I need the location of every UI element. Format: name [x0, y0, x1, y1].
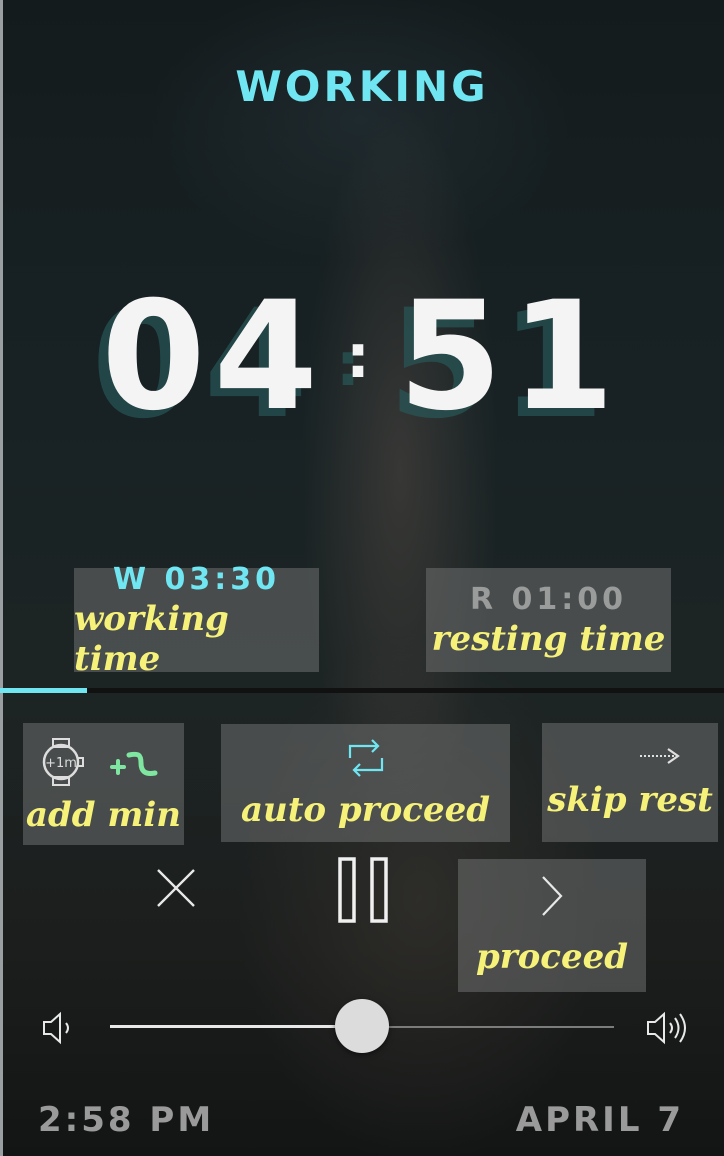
skip-rest-button[interactable]: skip rest [542, 723, 718, 842]
volume-high-icon[interactable] [644, 1006, 692, 1050]
pause-button[interactable] [332, 856, 394, 924]
add-min-button[interactable]: +1m add min [23, 723, 184, 845]
resting-time-button[interactable]: R 01:00 resting time [426, 568, 671, 672]
stop-button[interactable] [150, 862, 202, 914]
volume-slider[interactable] [110, 999, 614, 1053]
volume-low-icon[interactable] [40, 1008, 76, 1048]
app-screen: WORKING 04:51 W 03:30 working time R 01:… [0, 0, 724, 1156]
resting-time-label: resting time [431, 618, 666, 659]
working-time-label: working time [74, 598, 229, 679]
clock-seconds: 51 [398, 270, 623, 444]
window-edge [0, 0, 3, 1156]
working-time-value: W 03:30 [112, 561, 281, 597]
plus-icon [109, 747, 159, 781]
watch-icon: +1m [39, 737, 89, 787]
arrow-right-icon [638, 746, 682, 766]
footer-date: APRIL 7 [515, 1100, 684, 1140]
auto-proceed-label: auto proceed [240, 790, 491, 830]
volume-slider-thumb[interactable] [335, 999, 389, 1053]
footer-time: 2:58 PM [38, 1100, 215, 1140]
repeat-icon [344, 736, 388, 780]
working-time-button[interactable]: W 03:30 working time [74, 562, 319, 679]
close-icon [157, 869, 195, 907]
clock-separator: : [346, 321, 378, 392]
resting-time-value: R 01:00 [469, 581, 628, 617]
countdown-clock: 04:51 [0, 270, 724, 444]
watch-icon-text: +1m [45, 756, 77, 771]
pause-icon [338, 857, 388, 923]
mode-title: WORKING [235, 62, 489, 111]
volume-slider-fill [110, 1025, 362, 1028]
session-progress-fill [0, 688, 87, 693]
auto-proceed-toggle[interactable]: auto proceed [221, 724, 510, 842]
skip-rest-label: skip rest [547, 779, 713, 820]
clock-minutes: 04 [101, 270, 326, 444]
session-progress-bar [0, 688, 724, 693]
add-min-label: add min [25, 795, 182, 835]
chevron-right-icon [539, 875, 565, 917]
proceed-button[interactable]: proceed [458, 859, 646, 992]
proceed-label: proceed [475, 936, 629, 977]
